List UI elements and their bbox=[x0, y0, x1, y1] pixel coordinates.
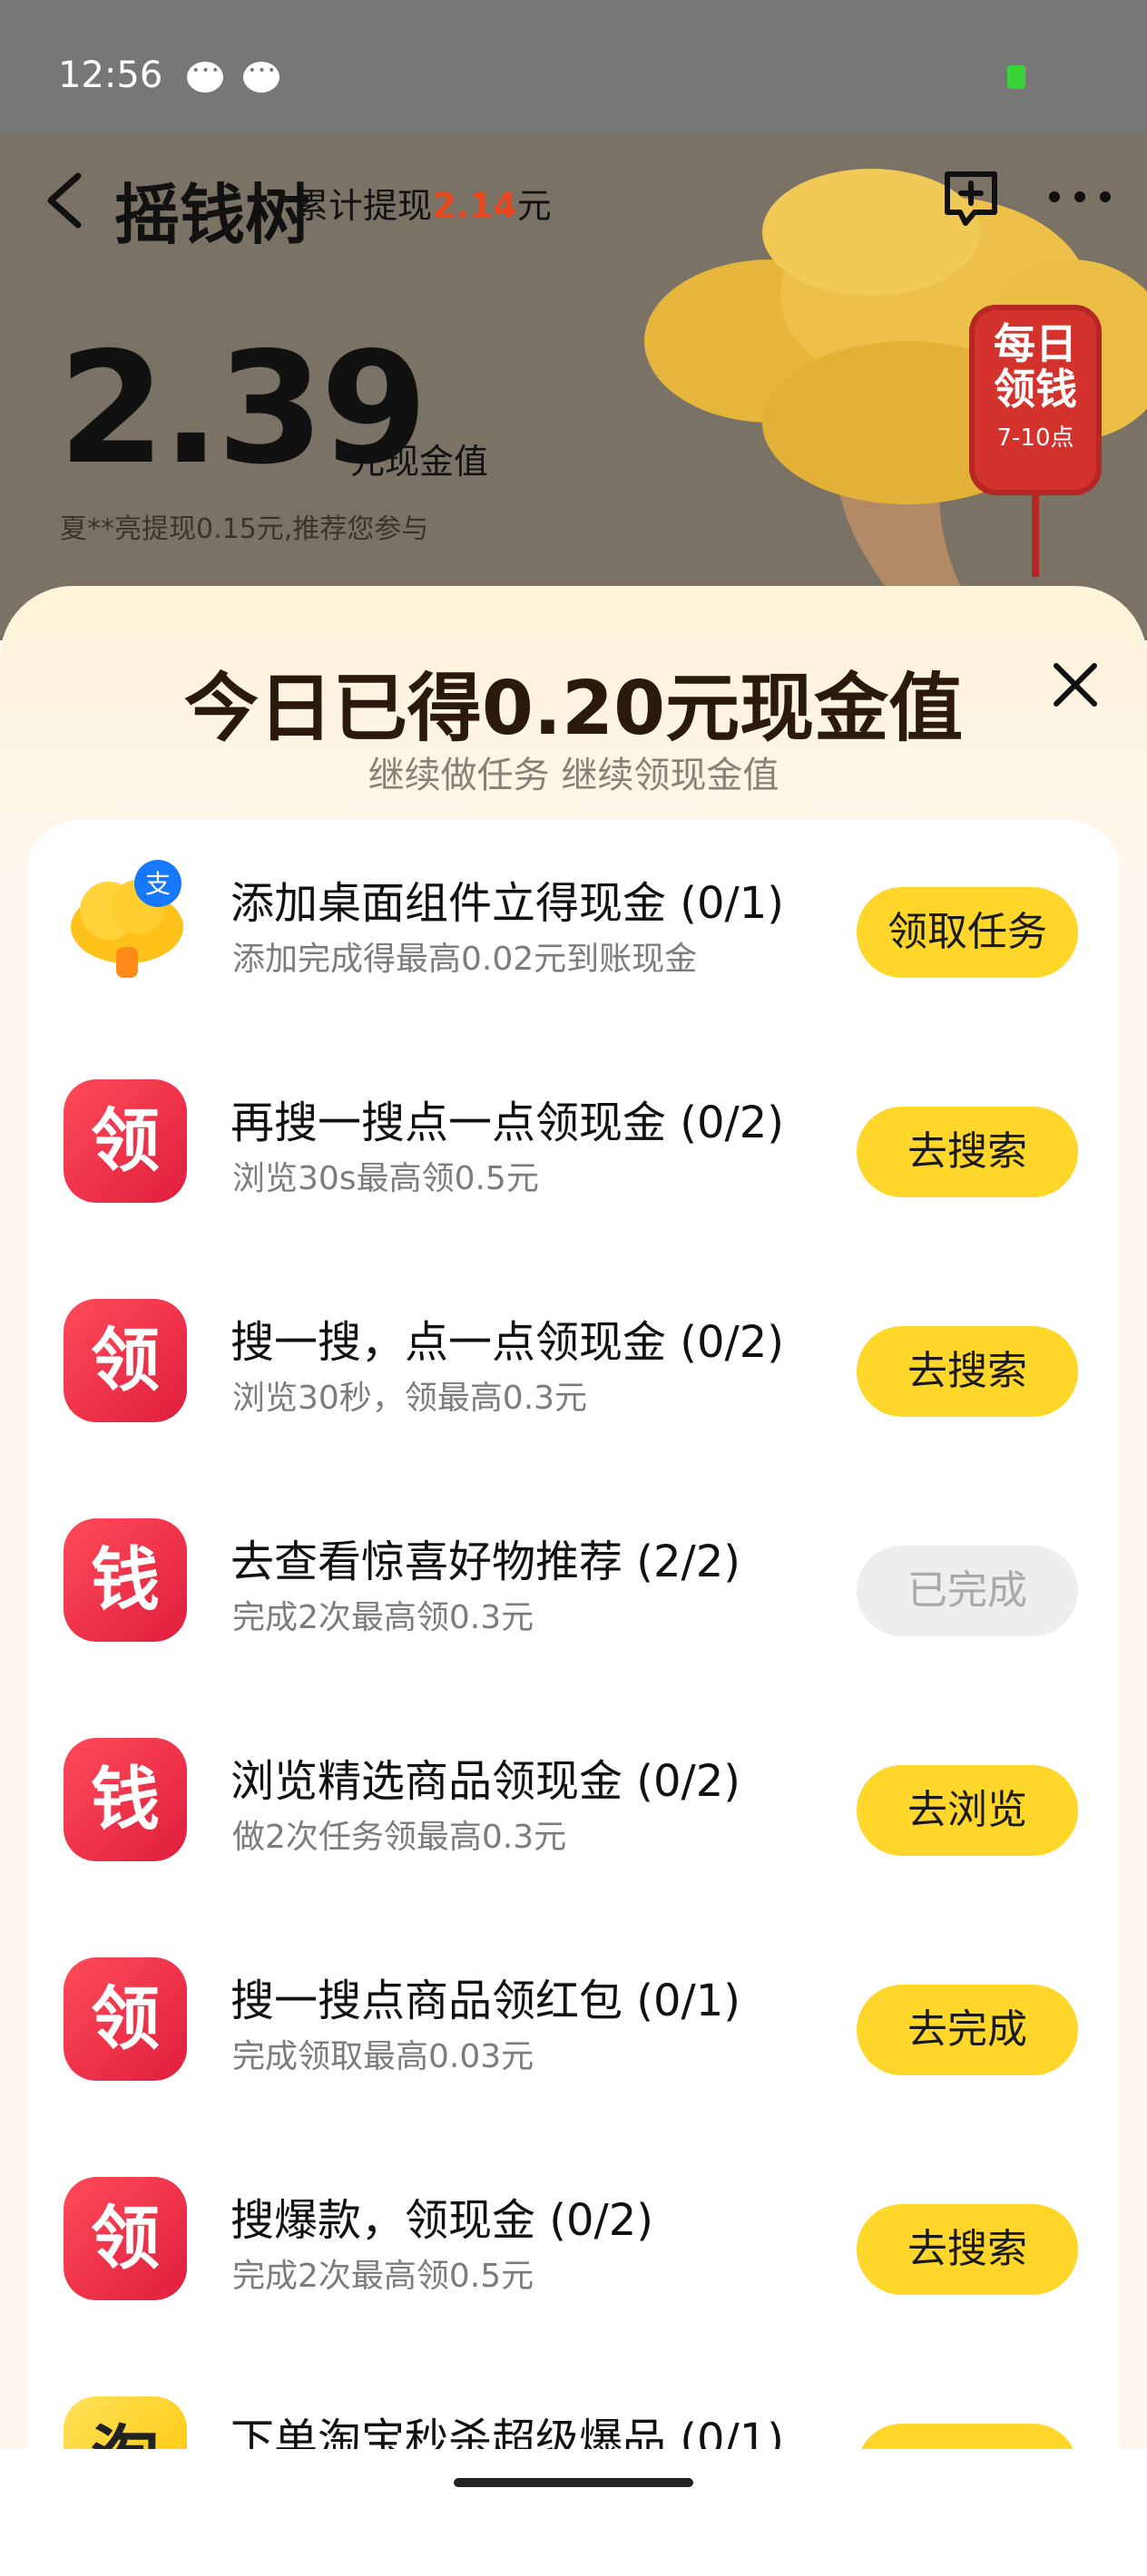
task-item: 钱 浏览精选商品领现金 (0/2) 做2次任务领最高0.3元 去浏览 bbox=[27, 1698, 1120, 1917]
alipay-cloud-icon: 支 bbox=[71, 860, 183, 978]
status-bar: 12:56 bbox=[0, 0, 1147, 132]
back-arrow-icon[interactable] bbox=[40, 169, 94, 232]
task-title: 再搜一搜点一点领现金 (0/2) bbox=[230, 1098, 784, 1148]
add-to-desktop-icon[interactable] bbox=[938, 165, 1004, 230]
lantern-tassel bbox=[1032, 495, 1039, 577]
task-item: 支 添加桌面组件立得现金 (0/1) 添加完成得最高0.02元到账现金 领取任务 bbox=[27, 820, 1120, 1039]
lantern-time: 7-10点 bbox=[996, 424, 1074, 452]
task-item: 领 再搜一搜点一点领现金 (0/2) 浏览30s最高领0.5元 去搜索 bbox=[27, 1039, 1120, 1259]
completed-button: 已完成 bbox=[857, 1546, 1078, 1636]
go-complete-button[interactable]: 去完成 bbox=[857, 1985, 1078, 2075]
home-indicator[interactable] bbox=[454, 2478, 693, 2487]
lantern-text-line2: 领钱 bbox=[994, 365, 1077, 414]
claim-red-icon: 领 bbox=[64, 1299, 187, 1422]
cash-balance-unit: 元现金值 bbox=[350, 442, 489, 482]
go-search-button[interactable]: 去搜索 bbox=[857, 2204, 1078, 2295]
recommendation-tip: 夏**亮提现0.15元,推荐您参与 bbox=[60, 513, 429, 545]
task-description: 完成2次最高领0.3元 bbox=[232, 1599, 534, 1636]
sheet-title: 今日已得0.20元现金值 bbox=[183, 666, 964, 752]
sheet-subtitle: 继续做任务 继续领现金值 bbox=[368, 755, 779, 796]
close-icon[interactable] bbox=[1051, 660, 1100, 709]
task-description: 浏览30s最高领0.5元 bbox=[232, 1160, 539, 1197]
task-item: 领 搜一搜，点一点领现金 (0/2) 浏览30秒，领最高0.3元 去搜索 bbox=[27, 1259, 1120, 1478]
go-browse-button[interactable]: 去浏览 bbox=[857, 1765, 1078, 1856]
claim-red-icon: 领 bbox=[64, 2177, 187, 2300]
task-item: 领 搜一搜点商品领红包 (0/1) 完成领取最高0.03元 去完成 bbox=[27, 1917, 1120, 2137]
battery-icon bbox=[1007, 65, 1025, 89]
task-title: 搜爆款，领现金 (0/2) bbox=[230, 2195, 653, 2246]
task-description: 浏览30秒，领最高0.3元 bbox=[232, 1380, 588, 1417]
task-description: 添加完成得最高0.02元到账现金 bbox=[232, 941, 698, 978]
go-search-button[interactable]: 去搜索 bbox=[857, 1107, 1078, 1197]
svg-text:支: 支 bbox=[145, 869, 171, 899]
task-description: 完成2次最高领0.5元 bbox=[232, 2258, 534, 2295]
claim-task-button[interactable]: 领取任务 bbox=[857, 887, 1078, 978]
daily-cash-lantern-badge[interactable]: 每日 领钱 7-10点 bbox=[969, 305, 1102, 495]
more-options-icon[interactable] bbox=[1045, 183, 1114, 210]
task-title: 搜一搜，点一点领现金 (0/2) bbox=[230, 1317, 784, 1368]
task-title: 去查看惊喜好物推荐 (2/2) bbox=[230, 1537, 740, 1587]
task-list: 支 添加桌面组件立得现金 (0/1) 添加完成得最高0.02元到账现金 领取任务… bbox=[27, 820, 1120, 2522]
total-withdrawn-label: 累计提现 bbox=[294, 186, 433, 226]
money-red-icon: 钱 bbox=[64, 1738, 187, 1861]
message-notification-icon bbox=[187, 62, 223, 93]
task-sheet: 今日已得0.20元现金值 继续做任务 继续领现金值 支 添加桌面组件立得现金 (… bbox=[0, 586, 1147, 2522]
task-description: 完成领取最高0.03元 bbox=[232, 2038, 534, 2075]
task-item: 钱 去查看惊喜好物推荐 (2/2) 完成2次最高领0.3元 已完成 bbox=[27, 1478, 1120, 1698]
task-title: 搜一搜点商品领红包 (0/1) bbox=[230, 1976, 740, 2026]
total-withdrawn-unit: 元 bbox=[516, 186, 552, 226]
header: 摇钱树 累计提现2.14元 2.39 元现金值 夏**亮提现0.15元,推荐您参… bbox=[0, 132, 1147, 640]
page-title: 摇钱树 bbox=[114, 177, 311, 253]
status-time: 12:56 bbox=[58, 54, 163, 96]
task-item: 领 搜爆款，领现金 (0/2) 完成2次最高领0.5元 去搜索 bbox=[27, 2137, 1120, 2356]
message-notification-icon bbox=[243, 62, 279, 93]
claim-red-icon: 领 bbox=[64, 1957, 187, 2081]
total-withdrawn-amount: 2.14 bbox=[432, 186, 517, 226]
task-title: 浏览精选商品领现金 (0/2) bbox=[230, 1756, 740, 1807]
money-red-icon: 钱 bbox=[64, 1518, 187, 1642]
go-search-button[interactable]: 去搜索 bbox=[857, 1326, 1078, 1417]
claim-red-icon: 领 bbox=[64, 1079, 187, 1203]
task-title: 添加桌面组件立得现金 (0/1) bbox=[230, 878, 784, 929]
lantern-text-line1: 每日 bbox=[994, 319, 1077, 368]
total-withdrawn: 累计提现2.14元 bbox=[294, 178, 552, 228]
task-description: 做2次任务领最高0.3元 bbox=[232, 1819, 567, 1856]
